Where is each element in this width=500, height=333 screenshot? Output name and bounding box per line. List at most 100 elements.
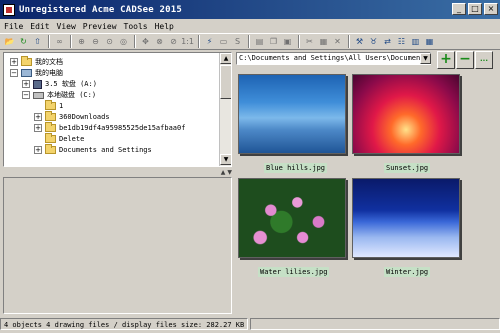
zoom-fit-icon[interactable]: ⊘ — [167, 35, 180, 48]
toolbar-separator — [298, 35, 300, 48]
expand-icon[interactable]: + — [34, 146, 42, 154]
properties-icon[interactable]: ☷ — [395, 35, 408, 48]
toolbar-separator — [248, 35, 250, 48]
thumbnail-item[interactable]: Water lilies.jpg — [238, 178, 346, 278]
app-icon[interactable] — [3, 3, 15, 16]
layers-icon[interactable]: ▤ — [253, 35, 266, 48]
tree-item-my-computer[interactable]: − 我的电脑 — [10, 68, 63, 78]
expand-icon[interactable]: + — [22, 80, 30, 88]
tree-scrollbar[interactable]: ▲ ▼ — [219, 53, 231, 166]
grid-icon[interactable]: ▥ — [409, 35, 422, 48]
tree-item-my-documents[interactable]: + 我的文档 — [10, 56, 63, 67]
folder-icon — [45, 100, 56, 110]
title-bar[interactable]: Unregistered Acme CADSee 2015 _ □ × — [0, 0, 500, 19]
zoom-out-icon[interactable]: ⊖ — [89, 35, 102, 48]
tree-item-360downloads[interactable]: + 360Downloads — [34, 111, 110, 122]
folder-tree[interactable]: + 我的文档 − 我的电脑 + 3.5 软盘 (A:) − 本地磁盘 (C:) … — [3, 52, 232, 167]
scroll-down-button[interactable]: ▼ — [220, 154, 231, 165]
tree-item-label: be1db19df4a95985525de15afbaa0f — [59, 124, 186, 132]
tree-item-floppy[interactable]: + 3.5 软盘 (A:) — [22, 79, 97, 89]
folder-icon — [45, 133, 56, 143]
toolbar-separator — [70, 35, 72, 48]
convert-icon[interactable]: ⇄ — [381, 35, 394, 48]
collapse-icon[interactable]: − — [22, 91, 30, 99]
toolbar-separator — [198, 35, 200, 48]
pane-splitter[interactable]: ▲ ▼ — [3, 169, 232, 176]
thumbnail-label: Sunset.jpg — [384, 163, 431, 173]
expand-icon[interactable]: + — [10, 58, 18, 66]
paste-icon[interactable]: ▦ — [317, 35, 330, 48]
binoculars-icon[interactable]: ∞ — [53, 35, 66, 48]
measure-icon[interactable]: ▭ — [217, 35, 230, 48]
thumbnail-image-blue-hills[interactable] — [238, 74, 346, 154]
thumbnail-item[interactable]: Winter.jpg — [352, 178, 460, 278]
pan-icon[interactable]: ✥ — [139, 35, 152, 48]
folder-icon — [45, 111, 56, 121]
thumbnail-item[interactable]: Blue hills.jpg — [238, 74, 346, 174]
folder-up-icon[interactable]: ⇧ — [31, 35, 44, 48]
zoom-window-icon[interactable]: ⊙ — [103, 35, 116, 48]
delete-icon[interactable]: ✕ — [331, 35, 344, 48]
menu-help[interactable]: Help — [155, 22, 174, 31]
thumbnails-icon[interactable]: ▦ — [423, 35, 436, 48]
text-icon[interactable]: S — [231, 35, 244, 48]
thumbnail-image-water-lilies[interactable] — [238, 178, 346, 258]
close-button[interactable]: × — [484, 3, 498, 15]
tree-item-label: Delete — [59, 135, 85, 143]
folder-icon — [21, 56, 32, 66]
maximize-button[interactable]: □ — [468, 3, 482, 15]
tree-item-label: Documents and Settings — [59, 146, 152, 154]
menu-preview[interactable]: Preview — [83, 22, 117, 31]
expand-icon[interactable]: + — [34, 113, 42, 121]
status-text: 4 objects 4 drawing files / display file… — [0, 318, 248, 330]
toolbar-separator — [48, 35, 50, 48]
open-folder-icon[interactable]: 📂 — [3, 35, 16, 48]
print-icon[interactable]: ▣ — [281, 35, 294, 48]
zoom-extents-icon[interactable]: ⊗ — [153, 35, 166, 48]
expand-icon[interactable]: + — [34, 124, 42, 132]
toolbar-separator — [348, 35, 350, 48]
tree-item-label: 3.5 软盘 (A:) — [45, 80, 97, 88]
right-pane-splitter — [236, 61, 498, 67]
menu-view[interactable]: View — [57, 22, 76, 31]
collapse-down-icon[interactable]: ▼ — [227, 169, 232, 176]
menu-file[interactable]: File — [4, 22, 23, 31]
thumbnail-label: Water lilies.jpg — [258, 267, 330, 277]
tree-item-documents-and-settings[interactable]: + Documents and Settings — [34, 144, 152, 155]
menu-bar: File Edit View Preview Tools Help — [0, 19, 500, 33]
tree-item-label: 360Downloads — [59, 113, 110, 121]
refresh-icon[interactable]: ↻ — [17, 35, 30, 48]
zoom-previous-icon[interactable]: ◎ — [117, 35, 130, 48]
options-icon[interactable]: ⚒ — [353, 35, 366, 48]
menu-tools[interactable]: Tools — [124, 22, 148, 31]
tree-item-label: 1 — [59, 102, 64, 110]
tree-item-delete[interactable]: Delete — [45, 133, 85, 144]
thumbnail-image-sunset[interactable] — [352, 74, 460, 154]
filter-icon[interactable]: ♉ — [367, 35, 380, 48]
thumbnail-item[interactable]: Sunset.jpg — [352, 74, 460, 174]
pointer-icon[interactable]: ⚡ — [203, 35, 216, 48]
tree-item-local-disk[interactable]: − 本地磁盘 (C:) — [22, 90, 96, 100]
thumbnail-image-winter[interactable] — [352, 178, 460, 258]
thumbnail-view[interactable]: Blue hills.jpg Sunset.jpg Water lilies.j… — [234, 70, 498, 314]
tree-item-hash-folder[interactable]: + be1db19df4a95985525de15afbaa0f — [34, 122, 186, 133]
computer-icon — [21, 69, 32, 77]
collapse-up-icon[interactable]: ▲ — [221, 169, 226, 176]
minimize-button[interactable]: _ — [452, 3, 466, 15]
folder-icon — [45, 144, 56, 154]
collapse-icon[interactable]: − — [10, 69, 18, 77]
zoom-in-icon[interactable]: ⊕ — [75, 35, 88, 48]
copy-icon[interactable]: ❐ — [267, 35, 280, 48]
tree-item-label: 本地磁盘 (C:) — [47, 91, 97, 99]
tree-item-label: 我的文档 — [35, 58, 63, 66]
zoom-real-icon[interactable]: 1:1 — [181, 35, 194, 48]
tree-item-label: 我的电脑 — [35, 69, 63, 77]
tree-item-folder-1[interactable]: 1 — [45, 100, 64, 111]
scroll-thumb[interactable] — [220, 65, 231, 99]
menu-edit[interactable]: Edit — [30, 22, 49, 31]
preview-pane[interactable] — [3, 177, 232, 314]
scroll-up-button[interactable]: ▲ — [220, 53, 231, 64]
folder-icon — [45, 122, 56, 132]
status-panel — [250, 318, 500, 330]
cut-icon[interactable]: ✂ — [303, 35, 316, 48]
